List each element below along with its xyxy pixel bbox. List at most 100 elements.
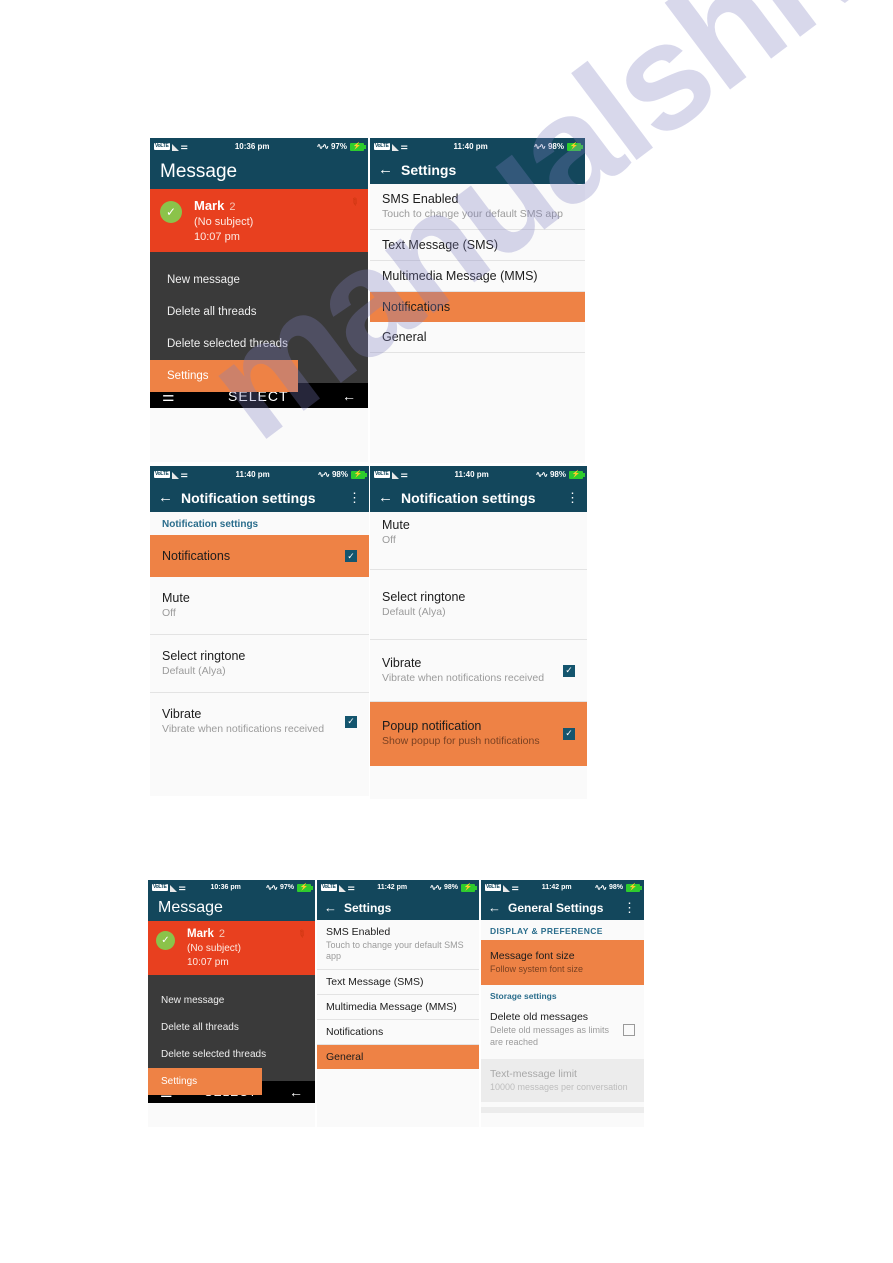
signal-icon <box>391 144 399 151</box>
item-subtitle: Touch to change your default SMS app <box>326 940 464 962</box>
list-item-text-message-sms[interactable]: Text Message (SMS) <box>317 970 479 995</box>
message-thread-row[interactable]: ✓ Mark 2 (No subject) 10:07 pm ✎ <box>150 189 368 252</box>
message-thread-row[interactable]: ✓ Mark 2 (No subject) 10:07 pm ✎ <box>148 921 315 975</box>
checkbox-delete-old-messages[interactable] <box>623 1023 635 1036</box>
list-item-partial <box>481 1107 644 1113</box>
list-item-notifications[interactable]: Notifications <box>370 292 585 323</box>
settings-list: SMS Enabled Touch to change your default… <box>317 920 479 1069</box>
list-item-select-ringtone[interactable]: Select ringtone Default (Alya) <box>370 570 587 641</box>
list-item-mute[interactable]: Mute Off <box>150 577 369 636</box>
list-item-notifications[interactable]: Notifications ✓ <box>150 535 369 577</box>
volte-icon: VoLTE <box>374 471 390 478</box>
list-item-general[interactable]: General <box>370 322 585 354</box>
checkbox-popup-notification[interactable]: ✓ <box>563 727 575 740</box>
list-item-vibrate[interactable]: Vibrate Vibrate when notifications recei… <box>370 640 587 703</box>
list-item-delete-old-messages[interactable]: Delete old messages Delete old messages … <box>481 1005 644 1054</box>
status-clock: 11:42 pm <box>377 884 408 891</box>
back-arrow-icon[interactable]: ← <box>342 389 356 403</box>
list-item-vibrate[interactable]: Vibrate Vibrate when notifications recei… <box>150 693 369 750</box>
list-item-multimedia-message-mms[interactable]: Multimedia Message (MMS) <box>370 261 585 293</box>
phone-screenshot-message-menu-small: VoLTE ⚌ 10:36 pm ∿∿ 97% ⚡ Message ✓ Mark… <box>148 880 315 1127</box>
item-title: Vibrate <box>162 707 202 722</box>
back-arrow-icon[interactable]: ← <box>481 901 508 914</box>
item-title: Notifications <box>326 1025 384 1038</box>
list-item-message-font-size[interactable]: Message font size Follow system font siz… <box>481 940 644 986</box>
item-text: Delete old messages Delete old messages … <box>490 1011 615 1048</box>
wifi-icon: ∿∿ <box>317 470 330 479</box>
item-subtitle: Vibrate when notifications received <box>382 672 545 685</box>
status-clock: 10:36 pm <box>234 142 270 151</box>
status-left: VoLTE ⚌ <box>321 883 355 892</box>
checkbox-vibrate[interactable]: ✓ <box>563 664 575 677</box>
wifi-icon: ∿∿ <box>533 142 546 151</box>
item-title: Notifications <box>382 300 451 315</box>
wifi-icon: ∿∿ <box>594 883 607 892</box>
item-subtitle: Follow system font size <box>490 964 584 974</box>
menu-item-delete-selected-threads[interactable]: Delete selected threads <box>148 1041 315 1068</box>
phone-screenshot-settings: VoLTE ⚌ 11:40 pm ∿∿ 98% ⚡ ← Settings SMS… <box>370 138 585 463</box>
page-title: General Settings <box>508 900 604 915</box>
message-time: 10:07 pm <box>194 231 240 243</box>
list-item-text-message-sms[interactable]: Text Message (SMS) <box>370 230 585 262</box>
more-vertical-icon[interactable]: ⋮ <box>340 491 369 504</box>
list-item-general[interactable]: General <box>317 1044 479 1069</box>
back-arrow-icon[interactable]: ← <box>289 1085 303 1099</box>
list-item-multimedia-message-mms[interactable]: Multimedia Message (MMS) <box>317 995 479 1020</box>
back-arrow-icon[interactable]: ← <box>370 162 401 177</box>
checkbox-vibrate[interactable]: ✓ <box>345 715 357 728</box>
list-item-sms-enabled[interactable]: SMS Enabled Touch to change your default… <box>317 920 479 970</box>
check-circle-icon[interactable]: ✓ <box>160 201 182 223</box>
back-arrow-icon[interactable]: ← <box>317 901 344 914</box>
overflow-menu: New message Delete all threads Delete se… <box>150 252 368 392</box>
settings-list: SMS Enabled Touch to change your default… <box>370 184 585 354</box>
item-title: Delete old messages <box>490 1011 589 1024</box>
checkbox-notifications[interactable]: ✓ <box>345 550 357 562</box>
menu-item-delete-all-threads[interactable]: Delete all threads <box>150 296 368 328</box>
status-bar: VoLTE ⚌ 11:42 pm ∿∿ 98% ⚡ <box>481 880 644 895</box>
more-vertical-icon[interactable]: ⋮ <box>615 901 644 914</box>
back-arrow-icon[interactable]: ← <box>370 490 401 505</box>
app-bar: ← Settings <box>317 895 479 920</box>
item-title: Mute <box>162 591 190 605</box>
list-item-mute[interactable]: Mute Off <box>370 512 587 571</box>
item-title: General <box>382 330 427 345</box>
menu-item-new-message[interactable]: New message <box>148 987 315 1014</box>
settings-list: DISPLAY & PREFERENCE Message font size F… <box>481 920 644 1113</box>
status-bar: VoLTE ⚌ 10:36 pm ∿∿ 97% ⚡ <box>150 138 368 155</box>
list-item-text-message-limit[interactable]: Text-message limit 10000 messages per co… <box>481 1058 644 1102</box>
status-right: ∿∿ 97% ⚡ <box>317 142 366 151</box>
item-subtitle: Default (Alya) <box>162 665 226 678</box>
menu-item-new-message[interactable]: New message <box>150 264 368 296</box>
status-right: ∿∿ 97% ⚡ <box>266 883 313 892</box>
list-item-notifications[interactable]: Notifications <box>317 1020 479 1045</box>
phone-screenshot-notification-settings-top: VoLTE ⚌ 11:40 pm ∿∿ 98% ⚡ ← Notification… <box>150 466 369 796</box>
menu-item-delete-selected-threads[interactable]: Delete selected threads <box>150 328 368 360</box>
list-item-select-ringtone[interactable]: Select ringtone Default (Alya) <box>150 635 369 694</box>
item-title: Text-message limit <box>490 1067 577 1080</box>
menu-item-delete-all-threads[interactable]: Delete all threads <box>148 1014 315 1041</box>
back-arrow-icon[interactable]: ← <box>150 490 181 505</box>
list-item-sms-enabled[interactable]: SMS Enabled Touch to change your default… <box>370 184 585 231</box>
phone-screenshot-general-settings: VoLTE ⚌ 11:42 pm ∿∿ 98% ⚡ ← General Sett… <box>481 880 644 1127</box>
usb-icon: ⚌ <box>180 469 188 479</box>
status-clock: 11:40 pm <box>453 142 488 151</box>
status-right: ∿∿ 98% ⚡ <box>536 470 585 479</box>
more-vertical-icon[interactable]: ⋮ <box>558 491 587 504</box>
item-text: Vibrate Vibrate when notifications recei… <box>382 656 555 685</box>
list-item-popup-notification[interactable]: Popup notification Show popup for push n… <box>370 702 587 766</box>
phone-screenshot-settings-general-selected: VoLTE ⚌ 11:42 pm ∿∿ 98% ⚡ ← Settings SMS… <box>317 880 479 1127</box>
menu-item-settings[interactable]: Settings <box>150 360 299 392</box>
usb-icon: ⚌ <box>178 882 186 892</box>
signal-icon <box>171 144 179 151</box>
status-right: ∿∿ 98% ⚡ <box>430 883 477 892</box>
section-header-display-preference: DISPLAY & PREFERENCE <box>490 926 603 936</box>
menu-item-settings[interactable]: Settings <box>148 1068 262 1095</box>
item-subtitle: Off <box>382 534 396 546</box>
item-title: Vibrate <box>382 656 422 671</box>
usb-icon: ⚌ <box>180 141 188 151</box>
status-clock: 11:40 pm <box>235 470 270 479</box>
status-left: VoLTE ⚌ <box>374 470 408 479</box>
page-title: Settings <box>344 900 392 915</box>
item-subtitle: Default (Alya) <box>382 606 446 619</box>
check-circle-icon[interactable]: ✓ <box>156 931 175 950</box>
